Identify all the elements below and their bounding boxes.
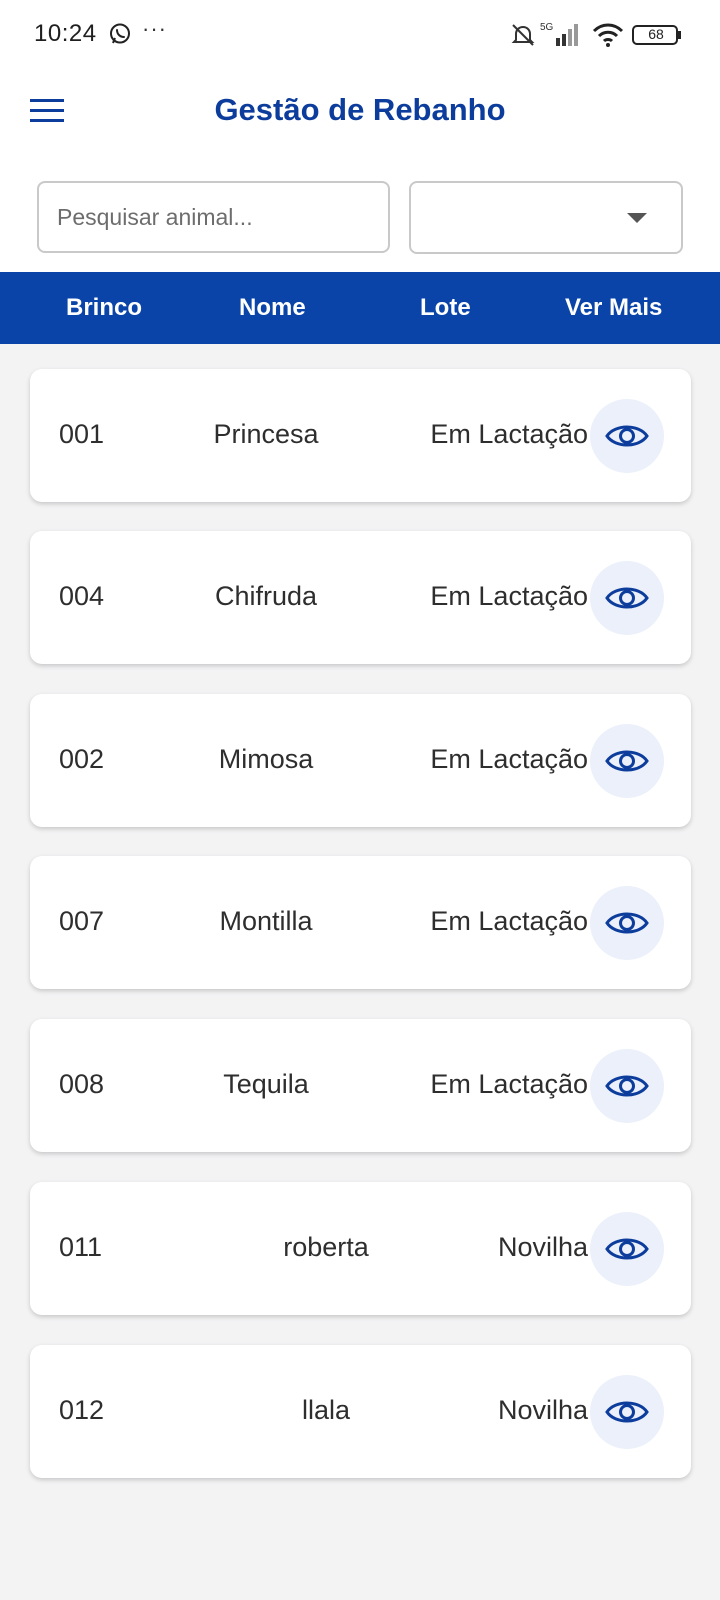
row-brinco: 012 (59, 1395, 105, 1425)
table-row: 011 roberta Novilha (30, 1182, 691, 1315)
eye-icon (605, 425, 649, 447)
signal-icon: 5G (540, 22, 578, 46)
table-row: 001 Princesa Em Lactação (30, 369, 691, 502)
eye-icon (605, 1238, 649, 1260)
battery-level: 68 (648, 26, 664, 42)
row-brinco: 001 (59, 419, 105, 449)
lote-filter-select[interactable] (409, 181, 683, 254)
row-brinco: 004 (59, 581, 105, 611)
view-details-button[interactable] (590, 561, 664, 635)
row-lote: Em Lactação (430, 744, 588, 774)
row-nome: Chifruda (214, 581, 318, 611)
view-details-button[interactable] (590, 724, 664, 798)
chevron-down-icon (627, 213, 647, 223)
whatsapp-icon (110, 23, 130, 44)
row-lote: Em Lactação (430, 906, 588, 936)
bell-muted-icon (511, 24, 535, 46)
eye-icon (605, 912, 649, 934)
row-brinco: 002 (59, 744, 105, 774)
table-row: 002 Mimosa Em Lactação (30, 694, 691, 827)
view-details-button[interactable] (590, 1212, 664, 1286)
header-nome: Nome (239, 294, 306, 321)
table-row: 012 llala Novilha (30, 1345, 691, 1478)
row-nome: llala (301, 1395, 351, 1425)
table-row: 008 Tequila Em Lactação (30, 1019, 691, 1152)
row-nome: roberta (283, 1232, 369, 1262)
row-lote: Em Lactação (430, 1069, 588, 1099)
row-lote: Em Lactação (430, 581, 588, 611)
row-nome: Montilla (219, 906, 313, 936)
eye-icon (605, 1401, 649, 1423)
header-brinco: Brinco (66, 294, 143, 321)
row-nome: Mimosa (218, 744, 314, 774)
svg-text:5G: 5G (540, 22, 554, 33)
wifi-icon (592, 23, 624, 47)
page-title: Gestão de Rebanho (214, 92, 506, 127)
status-bar: 10:24 ··· 5G 68 (0, 0, 720, 70)
status-time: 10:24 (34, 20, 97, 47)
row-brinco: 011 (59, 1232, 103, 1262)
row-brinco: 007 (59, 906, 105, 936)
row-lote: Em Lactação (430, 419, 588, 449)
table-row: 007 Montilla Em Lactação (30, 856, 691, 989)
eye-icon (605, 1075, 649, 1097)
row-lote: Novilha (497, 1395, 588, 1425)
eye-icon (605, 750, 649, 772)
eye-icon (605, 587, 649, 609)
view-details-button[interactable] (590, 399, 664, 473)
row-lote: Novilha (497, 1232, 588, 1262)
row-brinco: 008 (59, 1069, 105, 1099)
view-details-button[interactable] (590, 1375, 664, 1449)
header-lote: Lote (420, 294, 471, 321)
more-notifications-icon: ··· (142, 16, 167, 41)
view-details-button[interactable] (590, 1049, 664, 1123)
table-header: Brinco Nome Lote Ver Mais (0, 272, 720, 344)
view-details-button[interactable] (590, 886, 664, 960)
header-ver-mais: Ver Mais (565, 294, 663, 321)
table-row: 004 Chifruda Em Lactação (30, 531, 691, 664)
row-nome: Princesa (213, 419, 319, 449)
search-input[interactable] (37, 181, 390, 253)
row-nome: Tequila (223, 1069, 309, 1099)
